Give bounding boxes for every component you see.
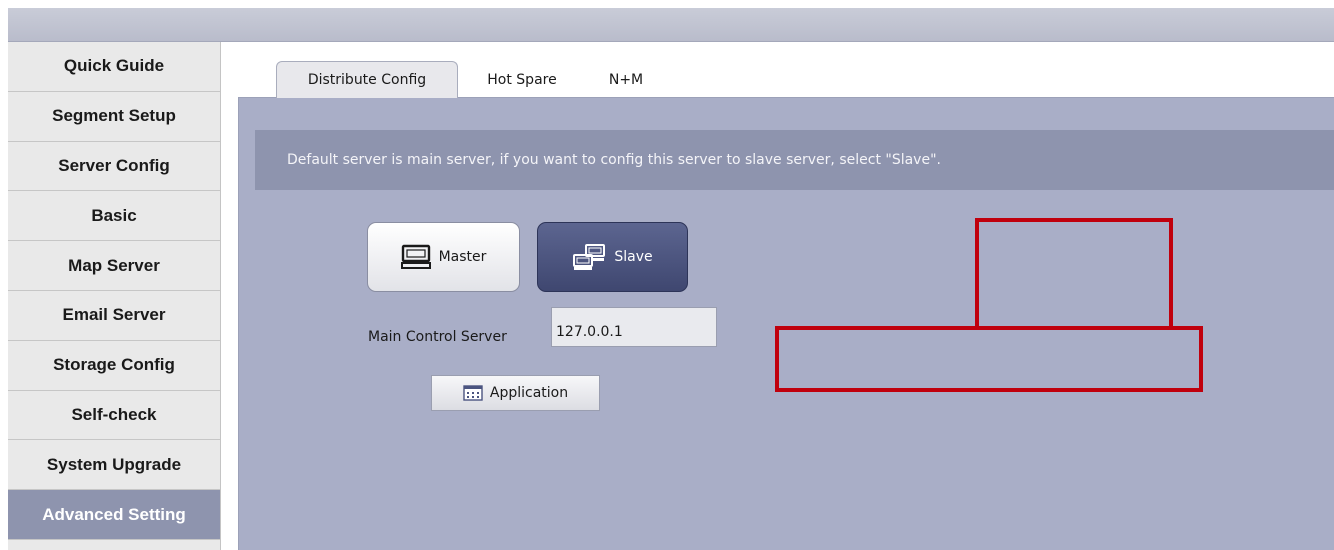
main-control-server-label: Main Control Server: [368, 329, 507, 345]
sidebar-item-storage-config[interactable]: Storage Config: [8, 341, 220, 391]
highlight-box-lower: [775, 326, 1203, 392]
notice-banner: Default server is main server, if you wa…: [255, 130, 1334, 190]
sidebar-item-quick-guide[interactable]: Quick Guide: [8, 42, 220, 92]
sidebar-item-server-config[interactable]: Server Config: [8, 142, 220, 192]
sidebar-item-advanced-setting[interactable]: Advanced Setting: [8, 490, 220, 540]
application-label: Application: [489, 385, 569, 401]
master-button[interactable]: Master: [367, 222, 520, 292]
sidebar-item-email-server[interactable]: Email Server: [8, 291, 220, 341]
application-button[interactable]: Application: [431, 375, 600, 411]
top-bar: [8, 8, 1334, 42]
tab-hot-spare[interactable]: Hot Spare: [472, 61, 572, 98]
sidebar-item-segment-setup[interactable]: Segment Setup: [8, 92, 220, 142]
tab-n-plus-m[interactable]: N+M: [598, 61, 654, 98]
sidebar-item-basic[interactable]: Basic: [8, 191, 220, 242]
master-label: Master: [438, 249, 487, 265]
main-control-server-input[interactable]: 127.0.0.1: [551, 307, 717, 347]
network-servers-icon: [572, 243, 606, 271]
notice-text: Default server is main server, if you wa…: [287, 152, 941, 168]
keyboard-icon: [463, 385, 483, 401]
tab-bar: Distribute Config Hot Spare N+M: [222, 42, 1334, 98]
sidebar-item-self-check[interactable]: Self-check: [8, 391, 220, 441]
slave-label: Slave: [614, 249, 653, 265]
sidebar-item-map-server[interactable]: Map Server: [8, 241, 220, 291]
highlight-box-upper: [975, 218, 1173, 330]
tab-distribute-config[interactable]: Distribute Config: [276, 61, 458, 98]
main-control-server-value: 127.0.0.1: [556, 324, 623, 340]
monitor-icon: [400, 244, 431, 270]
distribute-config-panel: Default server is main server, if you wa…: [238, 97, 1334, 550]
sidebar: Quick Guide Segment Setup Server Config …: [8, 42, 221, 550]
sidebar-item-system-upgrade[interactable]: System Upgrade: [8, 440, 220, 491]
main-panel: Distribute Config Hot Spare N+M Default …: [222, 42, 1334, 550]
slave-button[interactable]: Slave: [537, 222, 688, 292]
